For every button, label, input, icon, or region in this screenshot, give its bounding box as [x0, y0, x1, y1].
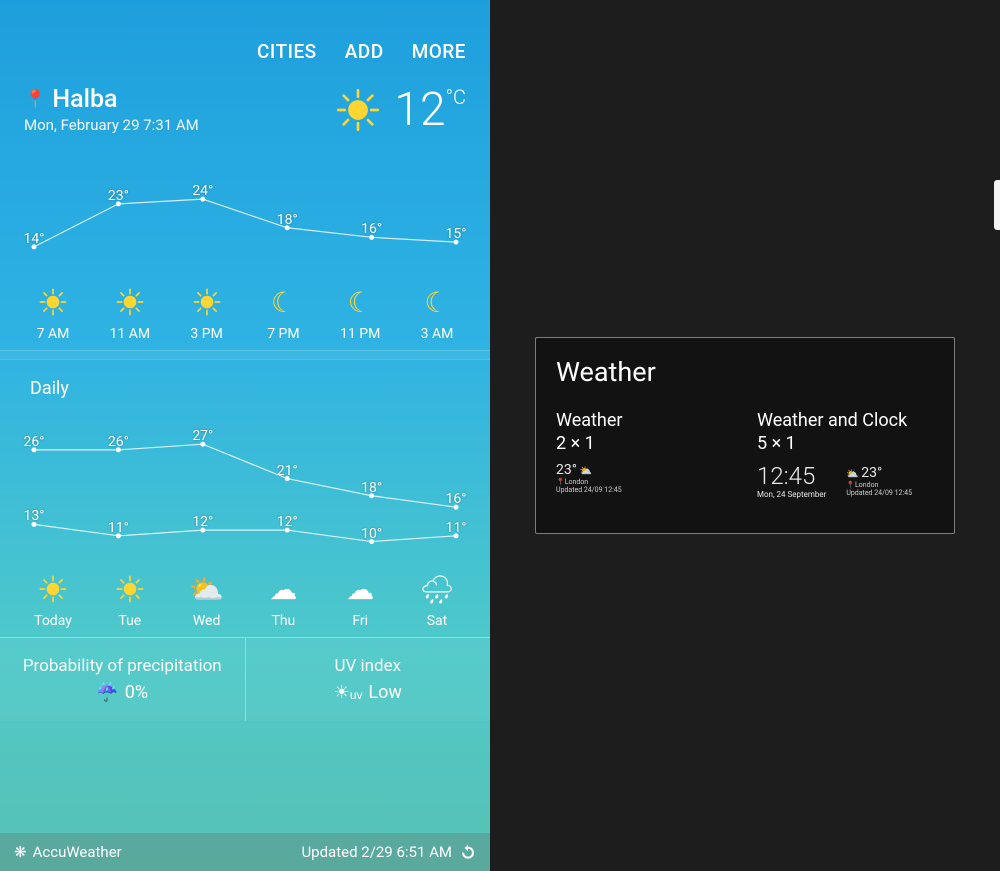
- provider-name: AccuWeather: [33, 843, 122, 861]
- widget-category-panel: Weather Weather 2 × 1 23° ⛅ 📍London Upda…: [535, 337, 955, 534]
- day-label: Wed: [172, 613, 242, 629]
- sun-icon: [95, 571, 165, 607]
- uv-label: UV index: [254, 656, 483, 676]
- widget-weather-2x1[interactable]: Weather 2 × 1 23° ⛅ 📍London Updated 24/0…: [556, 410, 733, 499]
- temp-point-label: 26°: [108, 434, 129, 450]
- sun-icon: [18, 571, 88, 607]
- daily-cell: ⛅ Wed: [172, 571, 242, 629]
- widget-category-title: Weather: [556, 356, 934, 388]
- precip-label: Probability of precipitation: [8, 656, 237, 676]
- hourly-cell: 11 AM: [95, 284, 165, 342]
- widget-size: 2 × 1: [556, 433, 733, 454]
- daily-forecast[interactable]: Daily 26° 26° 27° 21° 18° 16° 13° 11° 12° 12° 10° 1…: [0, 360, 490, 637]
- day-label: Fri: [325, 613, 395, 629]
- nav-cities[interactable]: CITIES: [257, 40, 317, 63]
- hourly-cell: ☾ 11 PM: [325, 284, 395, 342]
- widget-preview: 12:45 Mon, 24 September ⛅ 23° 📍London Up…: [757, 462, 934, 499]
- last-updated: Updated 2/29 6:51 AM: [301, 843, 452, 861]
- location-pin-icon: 📍: [24, 89, 46, 110]
- moon-icon: ☾: [402, 284, 472, 320]
- uv-icon: ☀ᵤᵥ: [334, 682, 363, 703]
- edge-handle[interactable]: [994, 180, 1000, 230]
- uv-card[interactable]: UV index ☀ᵤᵥLow: [245, 638, 491, 721]
- daily-cell: Tue: [95, 571, 165, 629]
- temp-point-label: 12°: [277, 514, 298, 530]
- day-label: Sat: [402, 613, 472, 629]
- hourly-cell: 7 AM: [18, 284, 88, 342]
- hour-label: 3 PM: [172, 326, 242, 342]
- temp-point-label: 27°: [192, 428, 213, 444]
- temp-point-label: 10°: [361, 526, 382, 542]
- temp-point-label: 11°: [108, 520, 129, 536]
- day-label: Tue: [95, 613, 165, 629]
- hourly-forecast[interactable]: 14° 23° 24° 18° 16° 15° 7 AM 11 AM 3 PM ☾ 7 PM ☾ 11…: [0, 142, 490, 350]
- cloud-icon: ☁: [325, 571, 395, 607]
- provider-footer: ❋ AccuWeather Updated 2/29 6:51 AM: [0, 833, 490, 871]
- hour-label: 7 PM: [248, 326, 318, 342]
- precip-card[interactable]: Probability of precipitation ☔ 0%: [0, 638, 245, 721]
- temp-point-label: 18°: [361, 480, 382, 496]
- day-label: Thu: [248, 613, 318, 629]
- hourly-cell: ☾ 7 PM: [248, 284, 318, 342]
- temp-point-label: 14°: [24, 231, 45, 247]
- daily-cell: Today: [18, 571, 88, 629]
- daily-section-label: Daily: [12, 368, 478, 399]
- widget-picker-screen: Weather Weather 2 × 1 23° ⛅ 📍London Upda…: [490, 0, 1000, 871]
- moon-icon: ☾: [248, 284, 318, 320]
- current-conditions-header: 📍 Halba Mon, February 29 7:31 AM 12°C: [0, 73, 490, 142]
- temp-point-label: 18°: [277, 212, 298, 228]
- widget-name: Weather and Clock: [757, 410, 934, 431]
- nav-more[interactable]: MORE: [412, 40, 466, 63]
- temp-point-label: 16°: [361, 221, 382, 237]
- current-temperature: 12°C: [394, 87, 466, 133]
- temp-point-label: 12°: [192, 514, 213, 530]
- day-label: Today: [18, 613, 88, 629]
- temp-point-label: 21°: [277, 463, 298, 479]
- temp-point-label: 11°: [446, 520, 467, 536]
- hour-label: 3 AM: [402, 326, 472, 342]
- temp-point-label: 24°: [192, 183, 213, 199]
- widget-size: 5 × 1: [757, 433, 934, 454]
- hour-label: 7 AM: [18, 326, 88, 342]
- hourly-cell: 3 PM: [172, 284, 242, 342]
- moon-icon: ☾: [325, 284, 395, 320]
- hourly-cell: ☾ 3 AM: [402, 284, 472, 342]
- section-divider: [0, 350, 490, 360]
- sun-icon: [95, 284, 165, 320]
- hour-label: 11 PM: [325, 326, 395, 342]
- uv-value: Low: [368, 682, 402, 703]
- current-datetime: Mon, February 29 7:31 AM: [24, 116, 199, 134]
- location-name: Halba: [52, 85, 117, 114]
- sun-icon: [336, 88, 380, 132]
- temp-point-label: 16°: [446, 491, 467, 507]
- umbrella-icon: ☔: [96, 682, 118, 703]
- sun-icon: [18, 284, 88, 320]
- details-row: Probability of precipitation ☔ 0% UV inde…: [0, 637, 490, 721]
- nav-add[interactable]: ADD: [345, 40, 384, 63]
- temp-point-label: 23°: [108, 188, 129, 204]
- weather-app: CITIES ADD MORE 📍 Halba Mon, February 29…: [0, 0, 490, 871]
- top-nav: CITIES ADD MORE: [0, 0, 490, 73]
- daily-cell: 🌧 Sat: [402, 571, 472, 629]
- temp-point-label: 26°: [24, 434, 45, 450]
- temp-point-label: 13°: [24, 508, 45, 524]
- sun-icon: [172, 284, 242, 320]
- daily-cell: ☁ Fri: [325, 571, 395, 629]
- rain-icon: 🌧: [402, 571, 472, 607]
- widget-weather-clock-5x1[interactable]: Weather and Clock 5 × 1 12:45 Mon, 24 Se…: [757, 410, 934, 499]
- hour-label: 11 AM: [95, 326, 165, 342]
- widget-preview: 23° ⛅ 📍London Updated 24/09 12:45: [556, 462, 656, 494]
- temp-point-label: 15°: [446, 226, 467, 242]
- widget-name: Weather: [556, 410, 733, 431]
- precip-value: 0%: [125, 682, 148, 703]
- cloud-sun-icon: ⛅: [172, 571, 242, 607]
- cloud-icon: ☁: [248, 571, 318, 607]
- refresh-icon[interactable]: [460, 844, 476, 860]
- accuweather-logo-icon: ❋: [14, 843, 27, 861]
- daily-cell: ☁ Thu: [248, 571, 318, 629]
